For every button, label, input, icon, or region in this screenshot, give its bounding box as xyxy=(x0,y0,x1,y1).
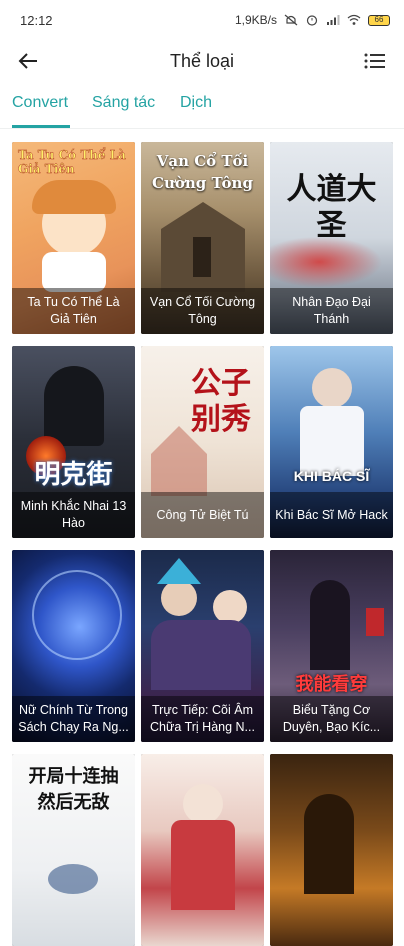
back-button[interactable] xyxy=(16,48,42,74)
battery-icon: 66 xyxy=(368,14,390,26)
book-title: Vạn Cổ Tối Cường Tông xyxy=(141,288,264,334)
status-time: 12:12 xyxy=(20,12,53,28)
app-bar: Thể loại xyxy=(0,40,404,82)
book-cover-title: 我能看穿 xyxy=(295,674,368,695)
book-title: Khi Bác Sĩ Mở Hack xyxy=(270,492,393,538)
book-card[interactable] xyxy=(141,754,264,946)
status-icons: 1,9KB/s 66 xyxy=(235,13,390,27)
book-cover xyxy=(141,754,264,946)
book-cover-title: 人道大圣 xyxy=(286,172,377,243)
book-cover-title: 开局十连抽 然后无敌 xyxy=(28,766,119,813)
book-cover-title: Vạn Cổ Tối Cường Tông xyxy=(152,152,253,192)
book-card[interactable]: 人道大圣 Nhân Đạo Đại Thánh xyxy=(270,142,393,334)
book-card[interactable] xyxy=(270,754,393,946)
book-cover-title: Ta Tu Có Thể Là Giả Tiên xyxy=(18,148,126,176)
tab-convert[interactable]: Convert xyxy=(12,94,68,112)
book-title: Nhân Đạo Đại Thánh xyxy=(270,288,393,334)
book-title: Ta Tu Có Thể Là Giả Tiên xyxy=(12,288,135,334)
book-cover-title: 公子别秀 xyxy=(191,366,251,437)
category-tabs: Convert Sáng tác Dịch xyxy=(0,84,404,129)
battery-level: 66 xyxy=(374,14,384,24)
book-card[interactable]: KHI BÁC SĨ Khi Bác Sĩ Mở Hack xyxy=(270,346,393,538)
status-bar: 12:12 1,9KB/s 66 xyxy=(0,0,404,40)
book-title: Biểu Tặng Cơ Duyên, Bạo Kíc... xyxy=(270,696,393,742)
book-card[interactable]: 开局十连抽 然后无敌 xyxy=(12,754,135,946)
arrow-left-icon xyxy=(18,53,37,69)
list-icon xyxy=(364,53,385,69)
page-title: Thể loại xyxy=(169,50,235,71)
book-card[interactable]: 明克街 Minh Khắc Nhai 13 Hào xyxy=(12,346,135,538)
book-card[interactable]: 我能看穿 Biểu Tặng Cơ Duyên, Bạo Kíc... xyxy=(270,550,393,742)
network-speed: 1,9KB/s xyxy=(234,13,277,27)
book-card[interactable]: Trực Tiếp: Cõi Âm Chữa Trị Hàng N... xyxy=(141,550,264,742)
book-title: Công Tử Biệt Tú xyxy=(141,492,264,538)
book-card[interactable]: Nữ Chính Từ Trong Sách Chạy Ra Ng... xyxy=(12,550,135,742)
book-cover xyxy=(270,754,393,946)
book-cover-title: KHI BÁC SĨ xyxy=(293,468,370,484)
alarm-icon xyxy=(306,15,318,26)
book-card[interactable]: 公子别秀 Công Tử Biệt Tú xyxy=(141,346,264,538)
signal-icon xyxy=(327,15,340,25)
tab-dich[interactable]: Dịch xyxy=(180,94,212,112)
tab-indicator xyxy=(12,125,70,128)
tab-sang-tac[interactable]: Sáng tác xyxy=(92,94,155,112)
list-view-button[interactable] xyxy=(362,48,388,74)
book-title: Trực Tiếp: Cõi Âm Chữa Trị Hàng N... xyxy=(141,696,264,742)
book-card[interactable]: Ta Tu Có Thể Là Giả Tiên Ta Tu Có Thể Là… xyxy=(12,142,135,334)
book-cover-title: 明克街 xyxy=(34,460,113,490)
wifi-icon xyxy=(347,14,361,25)
mute-icon xyxy=(284,14,298,26)
book-card[interactable]: Vạn Cổ Tối Cường Tông Vạn Cổ Tối Cường T… xyxy=(141,142,264,334)
book-title: Nữ Chính Từ Trong Sách Chạy Ra Ng... xyxy=(12,696,135,742)
book-title: Minh Khắc Nhai 13 Hào xyxy=(12,492,135,538)
